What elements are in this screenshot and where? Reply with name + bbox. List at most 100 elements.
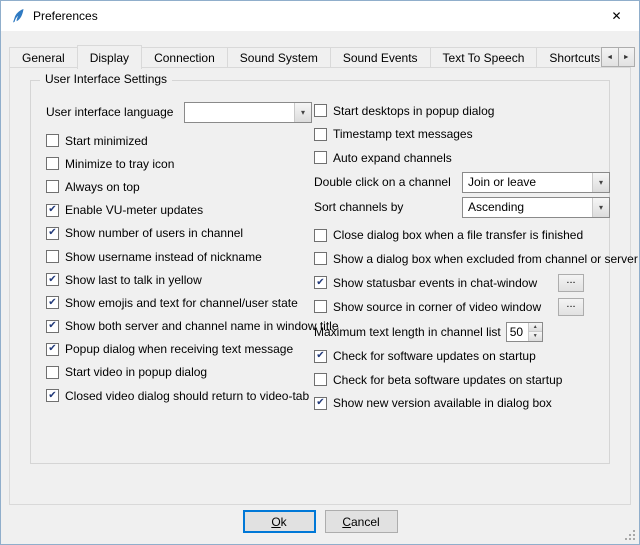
chevron-down-icon: ▾ — [294, 103, 311, 122]
tab-bar: General Display Connection Sound System … — [9, 43, 627, 69]
checkbox[interactable] — [314, 151, 327, 164]
checkbox-row-minimize-tray[interactable]: Minimize to tray icon — [46, 152, 312, 175]
checkbox-row-close-on-transfer[interactable]: Close dialog box when a file transfer is… — [314, 224, 610, 248]
checkbox[interactable]: ✔ — [46, 389, 59, 402]
checkbox[interactable] — [314, 104, 327, 117]
video-source-row[interactable]: Show source in corner of video window ..… — [314, 295, 610, 319]
checkbox-row-video-return-tab[interactable]: ✔ Closed video dialog should return to v… — [46, 384, 312, 407]
checkbox-row-username-instead[interactable]: Show username instead of nickname — [46, 245, 312, 268]
tab-sound-system[interactable]: Sound System — [227, 47, 331, 67]
tab-scroll-right-button[interactable]: ► — [618, 47, 636, 67]
group-title: User Interface Settings — [40, 72, 172, 86]
checkbox[interactable] — [314, 252, 327, 265]
checkbox-row-show-user-count[interactable]: ✔ Show number of users in channel — [46, 222, 312, 245]
language-select[interactable]: ▾ — [184, 102, 312, 123]
display-tab-page: User Interface Settings User interface l… — [9, 67, 631, 505]
language-row: User interface language ▾ — [46, 99, 312, 125]
checkbox[interactable]: ✔ — [46, 273, 59, 286]
checkbox-row-popup-text-message[interactable]: ✔ Popup dialog when receiving text messa… — [46, 338, 312, 361]
checkmark-icon: ✔ — [48, 298, 56, 308]
statusbar-events-row[interactable]: ✔ Show statusbar events in chat-window .… — [314, 271, 610, 295]
checkmark-icon: ✔ — [316, 398, 324, 408]
tab-display[interactable]: Display — [77, 45, 142, 69]
double-click-select[interactable]: Join or leave ▾ — [462, 172, 610, 193]
checkbox[interactable] — [46, 134, 59, 147]
sort-channels-label: Sort channels by — [314, 200, 462, 214]
checkbox-row-check-updates[interactable]: ✔ Check for software updates on startup — [314, 345, 610, 369]
chevron-down-icon: ▾ — [592, 173, 609, 192]
checkmark-icon: ✔ — [48, 344, 56, 354]
spin-up-icon[interactable]: ▲ — [529, 323, 542, 332]
checkbox[interactable]: ✔ — [46, 204, 59, 217]
checkbox[interactable]: ✔ — [46, 320, 59, 333]
close-icon: ✕ — [611, 9, 621, 23]
tab-text-to-speech[interactable]: Text To Speech — [430, 47, 538, 67]
checkbox[interactable] — [314, 373, 327, 386]
tab-scroll-left-button[interactable]: ◄ — [601, 47, 619, 67]
spin-down-icon[interactable]: ▼ — [529, 331, 542, 341]
tab-scroll-control: ◄ ► — [601, 47, 635, 67]
arrow-left-icon: ◄ — [606, 54, 613, 61]
double-click-row: Double click on a channel Join or leave … — [314, 170, 610, 195]
title-bar: Preferences ✕ — [1, 1, 639, 31]
app-logo-icon — [10, 8, 26, 24]
right-column: Start desktops in popup dialog Timestamp… — [314, 99, 610, 415]
checkbox-row-always-on-top[interactable]: Always on top — [46, 175, 312, 198]
language-label: User interface language — [46, 105, 184, 119]
checkbox[interactable]: ✔ — [314, 397, 327, 410]
resize-grip[interactable] — [624, 529, 636, 541]
checkbox-row-start-minimized[interactable]: Start minimized — [46, 129, 312, 152]
close-button[interactable]: ✕ — [594, 1, 639, 31]
checkbox-row-auto-expand[interactable]: Auto expand channels — [314, 146, 610, 170]
checkmark-icon: ✔ — [48, 205, 56, 215]
checkmark-icon: ✔ — [316, 278, 324, 288]
user-interface-settings-group: User Interface Settings User interface l… — [30, 80, 610, 464]
checkbox-row-emojis[interactable]: ✔ Show emojis and text for channel/user … — [46, 291, 312, 314]
checkbox[interactable] — [314, 229, 327, 242]
cancel-button[interactable]: Cancel — [325, 510, 398, 533]
checkbox-row-excluded-dialog[interactable]: Show a dialog box when excluded from cha… — [314, 247, 610, 271]
checkbox[interactable] — [46, 180, 59, 193]
checkbox[interactable] — [46, 157, 59, 170]
checkbox-row-timestamp-messages[interactable]: Timestamp text messages — [314, 123, 610, 147]
checkbox-row-new-version-dialog[interactable]: ✔ Show new version available in dialog b… — [314, 392, 610, 416]
checkmark-icon: ✔ — [48, 228, 56, 238]
chevron-down-icon: ▾ — [592, 198, 609, 217]
checkbox[interactable]: ✔ — [46, 227, 59, 240]
video-source-more-button[interactable]: ... — [558, 298, 584, 316]
tab-connection[interactable]: Connection — [141, 47, 228, 67]
left-column: User interface language ▾ Start minimize… — [46, 99, 312, 407]
checkmark-icon: ✔ — [48, 391, 56, 401]
window-title: Preferences — [33, 9, 98, 23]
sort-channels-select[interactable]: Ascending ▾ — [462, 197, 610, 218]
checkmark-icon: ✔ — [316, 351, 324, 361]
checkbox[interactable] — [46, 366, 59, 379]
checkbox[interactable]: ✔ — [46, 296, 59, 309]
checkbox[interactable] — [46, 250, 59, 263]
max-text-length-label: Maximum text length in channel list — [314, 325, 501, 339]
checkbox[interactable]: ✔ — [314, 350, 327, 363]
dialog-buttons: Ok Cancel — [1, 510, 639, 533]
ok-button[interactable]: Ok — [243, 510, 316, 533]
checkbox[interactable] — [314, 128, 327, 141]
checkbox-row-last-talk-yellow[interactable]: ✔ Show last to talk in yellow — [46, 268, 312, 291]
preferences-dialog: Preferences ✕ General Display Connection… — [0, 0, 640, 545]
checkbox[interactable]: ✔ — [46, 343, 59, 356]
tab-general[interactable]: General — [9, 47, 78, 67]
sort-channels-row: Sort channels by Ascending ▾ — [314, 195, 610, 220]
checkbox[interactable]: ✔ — [314, 276, 327, 289]
arrow-right-icon: ► — [623, 54, 630, 61]
checkbox-row-window-title[interactable]: ✔ Show both server and channel name in w… — [46, 315, 312, 338]
tab-sound-events[interactable]: Sound Events — [330, 47, 431, 67]
double-click-label: Double click on a channel — [314, 175, 462, 189]
max-text-length-spinner[interactable]: 50 ▲ ▼ — [506, 322, 543, 342]
checkbox[interactable] — [314, 300, 327, 313]
checkbox-row-beta-updates[interactable]: Check for beta software updates on start… — [314, 368, 610, 392]
checkbox-row-video-popup[interactable]: Start video in popup dialog — [46, 361, 312, 384]
checkbox-row-desktops-popup[interactable]: Start desktops in popup dialog — [314, 99, 610, 123]
checkbox-row-vu-meter[interactable]: ✔ Enable VU-meter updates — [46, 199, 312, 222]
checkmark-icon: ✔ — [48, 321, 56, 331]
checkmark-icon: ✔ — [48, 275, 56, 285]
statusbar-events-more-button[interactable]: ... — [558, 274, 584, 292]
max-text-length-row: Maximum text length in channel list 50 ▲… — [314, 319, 610, 345]
